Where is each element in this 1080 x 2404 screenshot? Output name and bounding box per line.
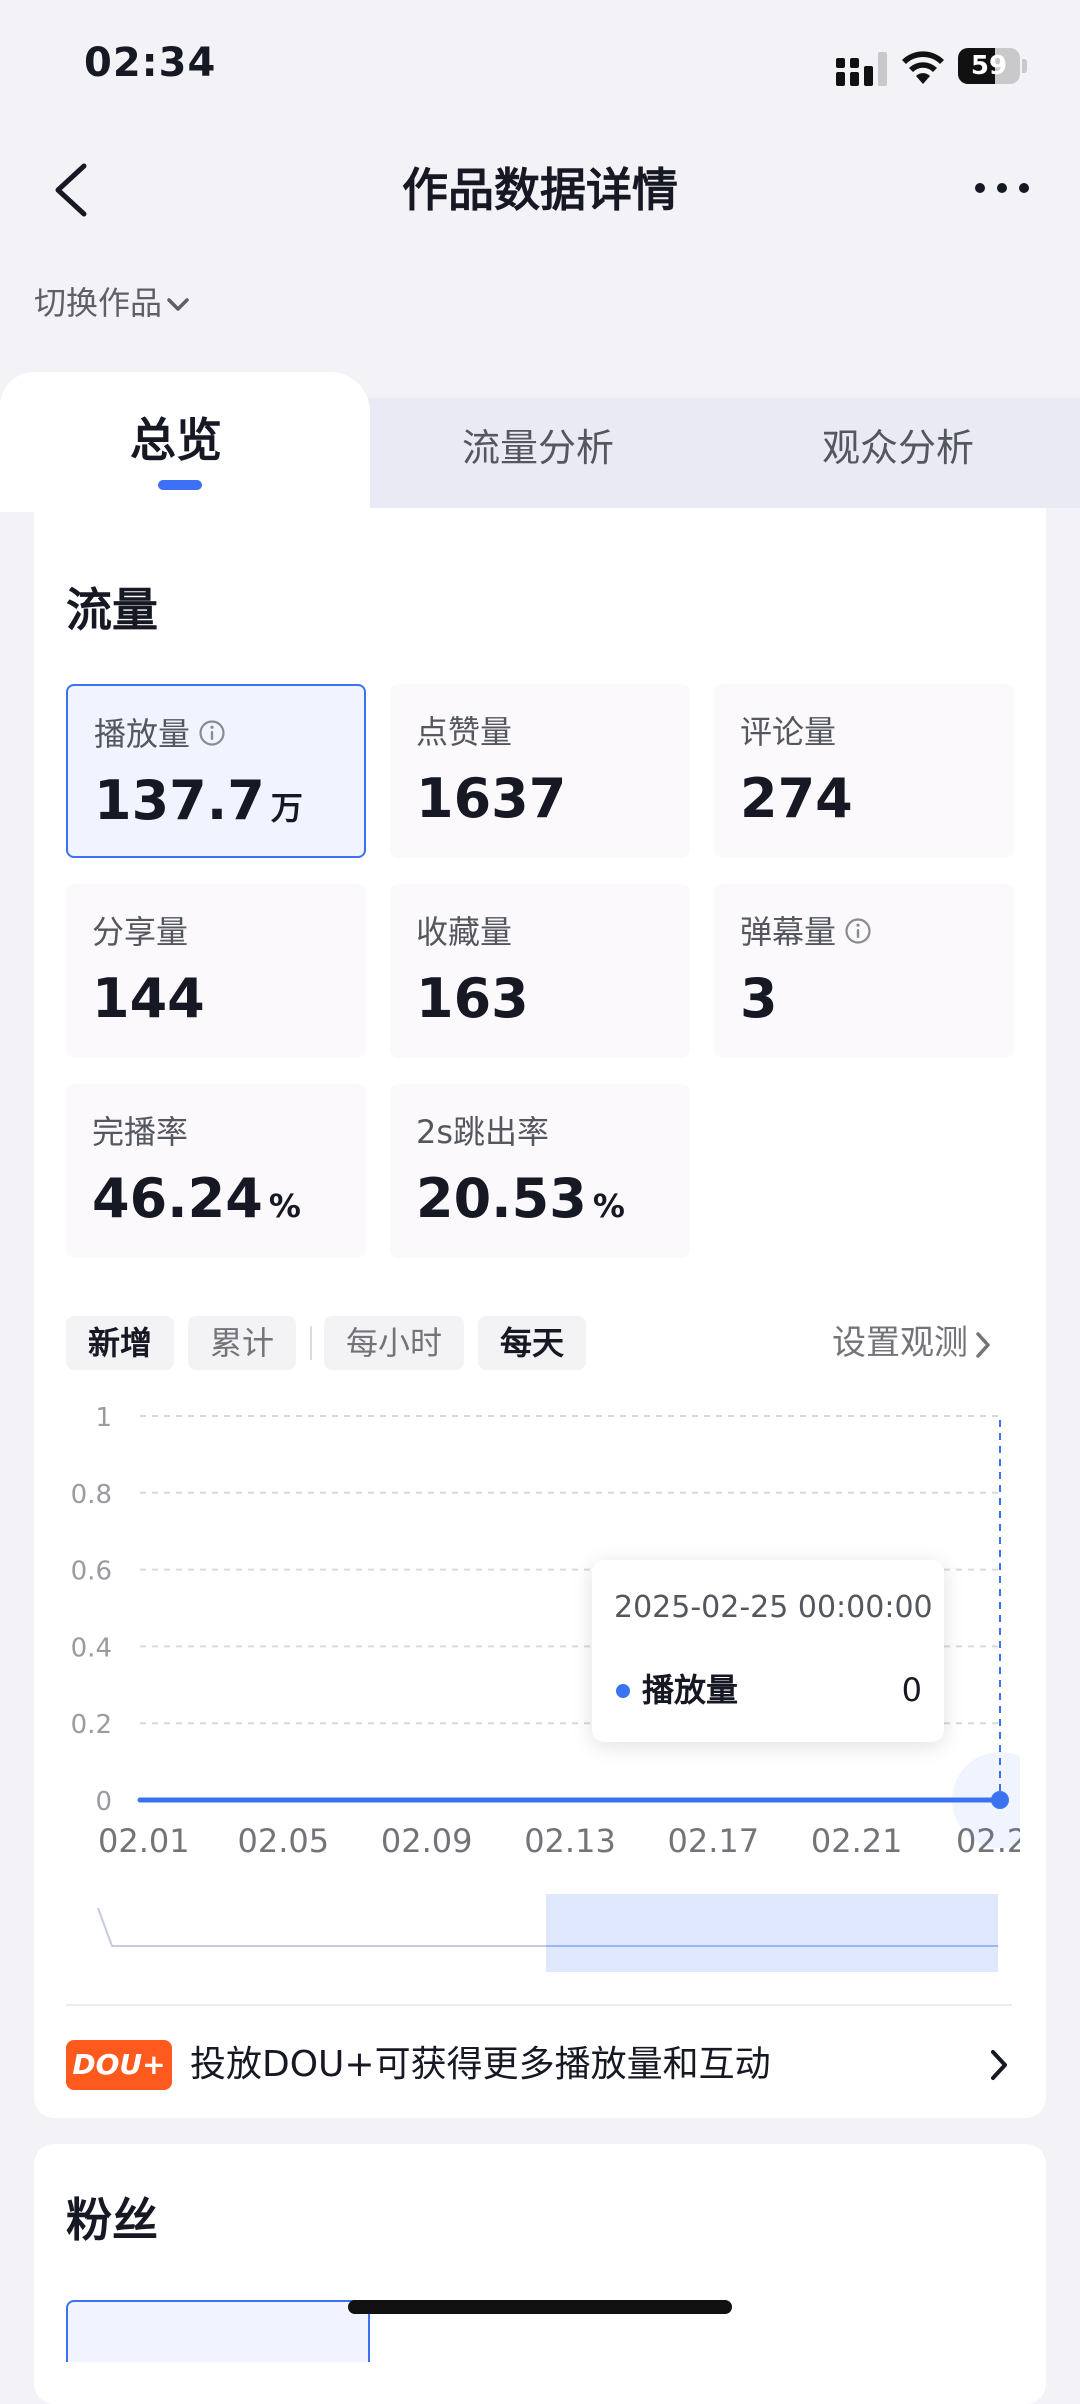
tooltip-series-dot bbox=[616, 1684, 630, 1698]
highlight-point bbox=[991, 1791, 1009, 1809]
metric-label: 点赞量 bbox=[416, 713, 513, 751]
metric-value: 3 bbox=[740, 967, 778, 1030]
fans-section-title: 粉丝 bbox=[66, 2193, 158, 2247]
divider bbox=[66, 2004, 1012, 2006]
y-tick-label: 0.4 bbox=[71, 1633, 112, 1663]
chip-cumulative[interactable]: 累计 bbox=[188, 1316, 297, 1370]
x-tick-label: 02.05 bbox=[238, 1822, 330, 1860]
switch-work-button[interactable]: 切换作品 bbox=[34, 280, 190, 326]
metric-value: 163 bbox=[416, 967, 529, 1030]
set-observation-button[interactable]: 设置观测 bbox=[832, 1318, 992, 1368]
metric-label: 评论量 bbox=[740, 713, 837, 751]
set-observation-label: 设置观测 bbox=[832, 1323, 968, 1363]
y-tick-label: 0.8 bbox=[71, 1480, 112, 1510]
dou-promo-link[interactable]: 投放DOU+可获得更多播放量和互动 bbox=[190, 2038, 771, 2092]
metric-value: 20.53% bbox=[416, 1167, 625, 1230]
metric-value: 137.7 万 bbox=[94, 769, 303, 832]
chip-daily[interactable]: 每天 bbox=[478, 1316, 587, 1370]
chip-separator bbox=[310, 1326, 312, 1360]
metric-value: 274 bbox=[740, 767, 853, 830]
tab-audience-analysis[interactable]: 观众分析 bbox=[822, 420, 974, 476]
x-tick-label: 02.09 bbox=[381, 1822, 473, 1860]
chevron-right-icon[interactable] bbox=[988, 2048, 1010, 2082]
y-tick-label: 0 bbox=[95, 1787, 112, 1817]
metric-card[interactable]: 完播率 46.24% bbox=[66, 1084, 366, 1258]
page-title: 作品数据详情 bbox=[402, 163, 678, 217]
metric-label: 2s跳出率 bbox=[416, 1113, 550, 1151]
metric-card[interactable]: 2s跳出率 20.53% bbox=[390, 1084, 690, 1258]
chart-tooltip: 2025-02-25 00:00:00 播放量 0 bbox=[592, 1560, 944, 1742]
metric-label: 收藏量 bbox=[416, 913, 513, 951]
metric-card[interactable]: 播放量 137.7 万 bbox=[66, 684, 366, 858]
x-tick-label: 02.17 bbox=[668, 1822, 760, 1860]
status-bar: 02:34 59 bbox=[0, 0, 1080, 130]
metric-value: 1637 bbox=[416, 767, 567, 830]
y-tick-label: 0.2 bbox=[71, 1710, 112, 1740]
tooltip-value: 0 bbox=[901, 1671, 922, 1709]
metric-label: 弹幕量 bbox=[740, 912, 872, 954]
x-tick-label: 02.01 bbox=[98, 1822, 190, 1860]
cellular-signal-icon bbox=[836, 52, 887, 86]
info-icon[interactable] bbox=[844, 914, 872, 954]
battery-icon: 59 bbox=[958, 48, 1028, 84]
battery-level: 59 bbox=[970, 51, 1008, 81]
chevron-right-icon bbox=[976, 1331, 990, 1358]
metric-label: 分享量 bbox=[92, 913, 189, 951]
metric-label: 播放量 bbox=[94, 714, 226, 756]
y-tick-label: 1 bbox=[95, 1403, 112, 1433]
metric-card[interactable]: 评论量 274 bbox=[714, 684, 1014, 858]
metric-card[interactable]: 点赞量 1637 bbox=[390, 684, 690, 858]
tab-indicator bbox=[158, 480, 202, 490]
tab-bar: 总览 流量分析 观众分析 bbox=[0, 372, 1080, 512]
chevron-down-icon bbox=[167, 298, 189, 311]
switch-work-label: 切换作品 bbox=[34, 284, 163, 322]
metric-value: 46.24% bbox=[92, 1167, 301, 1230]
zoom-slider-window bbox=[546, 1894, 998, 1972]
home-indicator bbox=[348, 2300, 732, 2314]
more-icon[interactable] bbox=[972, 168, 1032, 208]
metric-unit: % bbox=[592, 1187, 625, 1225]
tab-traffic-analysis[interactable]: 流量分析 bbox=[462, 420, 614, 476]
tooltip-time: 2025-02-25 00:00:00 bbox=[614, 1590, 933, 1625]
fans-metric-card[interactable] bbox=[66, 2300, 370, 2362]
metric-unit: 万 bbox=[270, 789, 303, 827]
metric-label: 完播率 bbox=[92, 1113, 189, 1151]
traffic-section-title: 流量 bbox=[66, 583, 158, 637]
tab-overview[interactable]: 总览 bbox=[130, 412, 222, 468]
metric-card[interactable]: 分享量 144 bbox=[66, 884, 366, 1058]
fans-card bbox=[34, 2144, 1046, 2404]
chip-hourly[interactable]: 每小时 bbox=[324, 1316, 465, 1370]
x-tick-label: 02.13 bbox=[524, 1822, 616, 1860]
chip-added[interactable]: 新增 bbox=[66, 1316, 175, 1370]
wifi-icon bbox=[902, 51, 944, 84]
status-time: 02:34 bbox=[84, 40, 217, 86]
metric-value: 144 bbox=[92, 967, 205, 1030]
info-icon[interactable] bbox=[198, 716, 226, 756]
dou-plus-logo: DOU+ bbox=[66, 2040, 172, 2090]
metric-card[interactable]: 弹幕量 3 bbox=[714, 884, 1014, 1058]
y-tick-label: 0.6 bbox=[71, 1557, 112, 1587]
x-tick-label: 02.21 bbox=[811, 1822, 903, 1860]
metric-unit: % bbox=[268, 1187, 301, 1225]
metric-card[interactable]: 收藏量 163 bbox=[390, 884, 690, 1058]
tooltip-series-name: 播放量 bbox=[642, 1671, 739, 1709]
